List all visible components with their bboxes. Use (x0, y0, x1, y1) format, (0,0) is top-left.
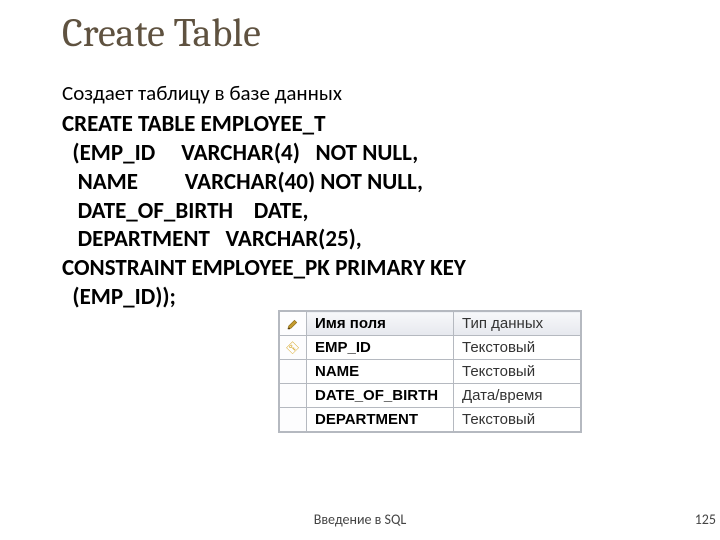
row-selector (280, 408, 307, 432)
sql-line: (EMP_ID)); (62, 283, 672, 312)
row-selector (280, 384, 307, 408)
field-name-cell: EMP_ID (307, 336, 454, 360)
data-type-cell: Текстовый (454, 336, 581, 360)
data-type-cell: Текстовый (454, 360, 581, 384)
page-number: 125 (695, 511, 716, 528)
table-row: DATE_OF_BIRTH Дата/время (280, 384, 581, 408)
header-field-name: Имя поля (307, 312, 454, 336)
table-row: ⚿ EMP_ID Текстовый (280, 336, 581, 360)
selector-header (280, 312, 307, 336)
table-row: DEPARTMENT Текстовый (280, 408, 581, 432)
sql-line: CONSTRAINT EMPLOYEE_PK PRIMARY KEY (62, 254, 672, 283)
data-type-cell: Текстовый (454, 408, 581, 432)
pencil-icon (287, 318, 299, 330)
slide: Create Table Создает таблицу в базе данн… (0, 0, 720, 540)
table-row: NAME Текстовый (280, 360, 581, 384)
slide-title: Create Table (62, 10, 261, 56)
sql-line: CREATE TABLE EMPLOYEE_T (62, 110, 672, 139)
sql-line: DATE_OF_BIRTH DATE, (62, 197, 672, 226)
sql-line: NAME VARCHAR(40) NOT NULL, (62, 168, 672, 197)
slide-body: Создает таблицу в базе данных CREATE TAB… (62, 80, 672, 312)
sql-line: (EMP_ID VARCHAR(4) NOT NULL, (62, 139, 672, 168)
footer-text: Введение в SQL (314, 511, 407, 528)
row-selector: ⚿ (280, 336, 307, 360)
table-header-row: Имя поля Тип данных (280, 312, 581, 336)
field-name-cell: NAME (307, 360, 454, 384)
row-selector (280, 360, 307, 384)
header-data-type: Тип данных (454, 312, 581, 336)
table-designer: Имя поля Тип данных ⚿ EMP_ID Текстовый N… (278, 310, 582, 433)
field-name-cell: DATE_OF_BIRTH (307, 384, 454, 408)
key-icon: ⚿ (284, 339, 302, 357)
lead-text: Создает таблицу в базе данных (62, 80, 672, 106)
field-name-cell: DEPARTMENT (307, 408, 454, 432)
data-type-cell: Дата/время (454, 384, 581, 408)
sql-line: DEPARTMENT VARCHAR(25), (62, 225, 672, 254)
